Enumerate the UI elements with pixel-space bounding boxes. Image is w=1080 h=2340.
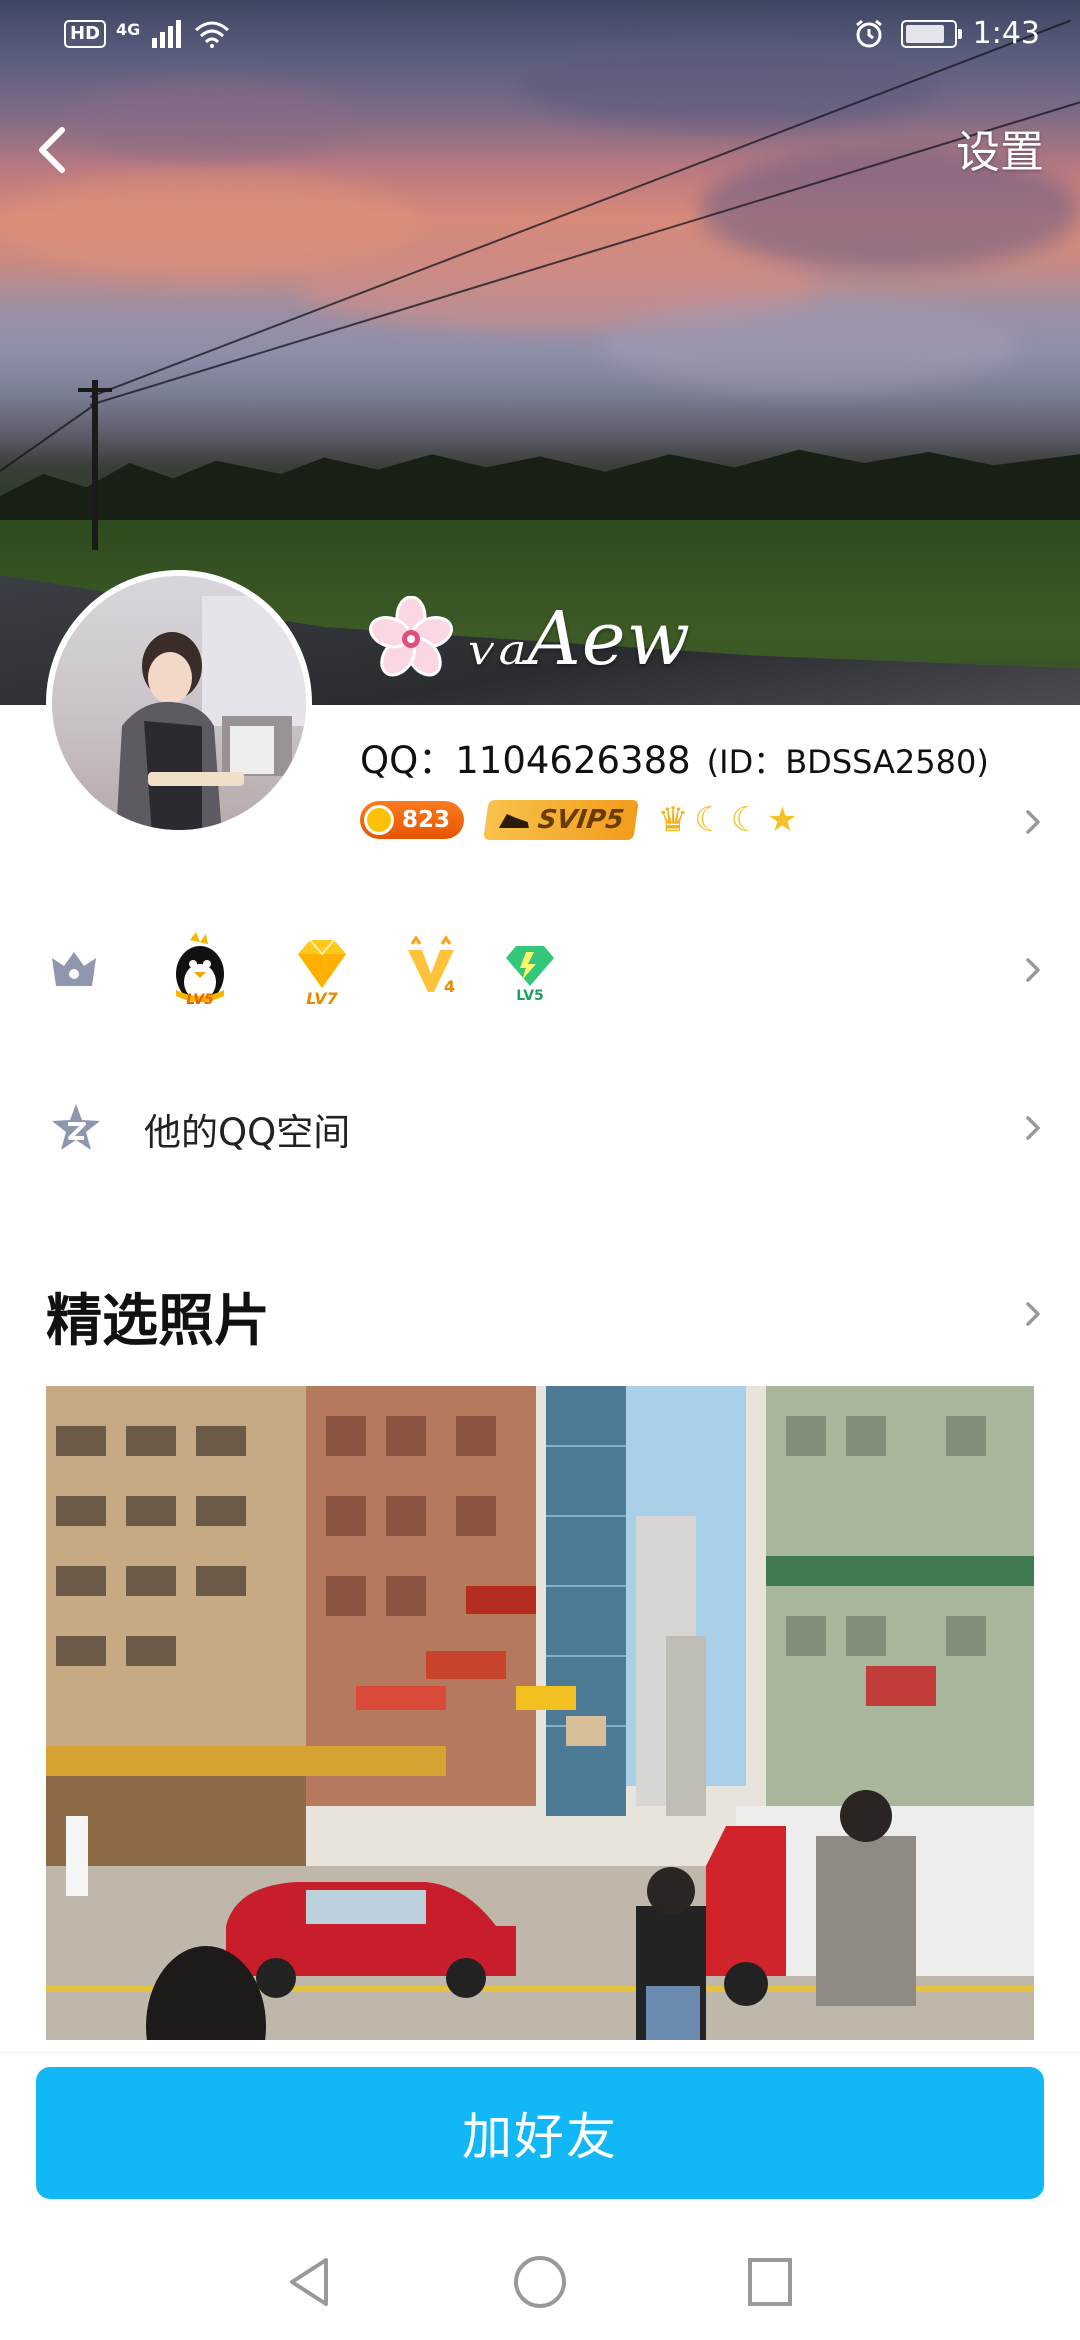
coin-count: 823	[402, 807, 451, 833]
featured-photos-title: 精选照片	[46, 1289, 270, 1354]
battery-icon	[900, 19, 962, 48]
qq-number-line: QQ： 1104626388 (ID：BDSSA2580)	[360, 730, 989, 784]
network-type: 4G	[116, 19, 141, 39]
nickname: ᵥₐAew	[470, 596, 691, 682]
svip-badge[interactable]: SVIP5	[483, 800, 639, 840]
settings-button[interactable]: 设置	[956, 116, 1044, 180]
chevron-right-icon	[1026, 1116, 1040, 1140]
featured-photo[interactable]	[46, 1386, 1034, 2040]
chevron-right-icon[interactable]	[1018, 1294, 1048, 1334]
coin-icon	[364, 805, 394, 835]
signal-icon	[152, 20, 182, 48]
coin-badge[interactable]: 823	[360, 801, 465, 839]
green-gem-icon: LV5	[506, 946, 554, 1004]
nav-home-icon[interactable]	[512, 2254, 568, 2310]
bottom-action-bar: 加好友	[0, 2052, 1080, 2199]
moon-icon: ☾	[730, 800, 762, 840]
nav-recents-icon[interactable]	[742, 2254, 798, 2310]
qq-number: 1104626388	[455, 739, 691, 782]
avatar[interactable]	[46, 570, 312, 836]
status-bar: HD 4G 1:43	[0, 0, 1080, 74]
clock-time: 1:43	[972, 16, 1040, 51]
qq-id-text: (ID：BDSSA2580)	[706, 743, 989, 781]
street-photo-illustration	[46, 1386, 1034, 2040]
yellow-diamond-icon: LV7	[298, 939, 346, 1008]
wifi-icon	[195, 21, 230, 48]
alarm-icon	[855, 19, 882, 47]
vip-privileges-row[interactable]: LV5 LV7 4 LV5	[0, 910, 1080, 1030]
penguin-level-label: LV5	[186, 992, 214, 1008]
chevron-right-icon[interactable]	[1018, 802, 1048, 842]
svip-shoe-icon	[498, 814, 529, 828]
back-button[interactable]	[24, 110, 84, 190]
moon-icon: ☾	[694, 800, 725, 840]
qq-label: QQ：	[360, 739, 456, 782]
system-navigation-bar	[0, 2220, 1080, 2340]
v-badge-icon: 4	[408, 935, 455, 996]
crown-outline-icon	[52, 952, 96, 986]
crown-icon: ♛	[657, 800, 689, 840]
back-arrow-icon	[39, 127, 65, 173]
diamond-level-label: LV7	[306, 989, 338, 1008]
sakura-flower-icon	[369, 596, 453, 677]
nav-back-icon[interactable]	[284, 2254, 334, 2310]
qq-level-icons[interactable]: ♛ ☾ ☾ ★	[658, 800, 798, 840]
qzone-row[interactable]: 他的QQ空间	[0, 1070, 1080, 1190]
v-badge-label: 4	[444, 977, 455, 996]
avatar-illustration	[116, 596, 306, 830]
profile-badges-row[interactable]: 823 SVIP5 ♛ ☾ ☾ ★	[360, 800, 798, 840]
hd-indicator: HD	[64, 20, 107, 48]
chevron-right-icon	[1026, 958, 1040, 982]
add-friend-button[interactable]: 加好友	[36, 2067, 1044, 2199]
svip-label: SVIP5	[535, 805, 626, 835]
penguin-level-icon: LV5	[176, 932, 224, 1008]
qzone-star-icon	[52, 1104, 100, 1150]
star-icon: ★	[767, 800, 798, 840]
qzone-label: 他的QQ空间	[144, 1111, 351, 1154]
nickname-row: ᵥₐAew	[368, 596, 691, 682]
gem-level-label: LV5	[516, 988, 544, 1004]
